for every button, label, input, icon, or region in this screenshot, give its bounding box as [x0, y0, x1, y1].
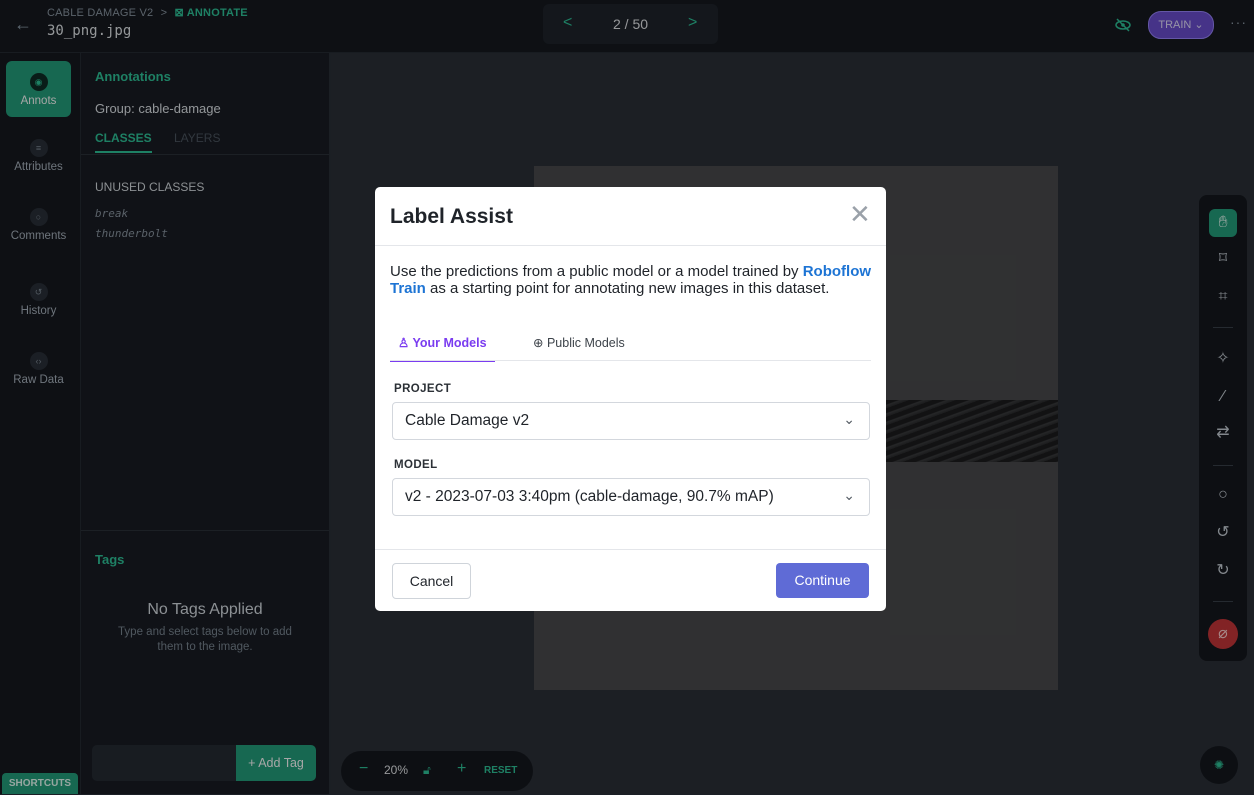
- tab-your-models-label: Your Models: [412, 336, 487, 350]
- project-select-value: Cable Damage v2: [405, 412, 530, 429]
- tab-your-models[interactable]: ♙ Your Models: [390, 335, 495, 362]
- chevron-down-icon: ⌄: [843, 487, 855, 503]
- model-select[interactable]: v2 - 2023-07-03 3:40pm (cable-damage, 90…: [392, 478, 870, 516]
- dialog-divider: [375, 245, 886, 246]
- close-icon[interactable]: ✕: [849, 199, 871, 230]
- dialog-title: Label Assist: [390, 205, 513, 228]
- globe-icon: ⊕: [533, 336, 544, 350]
- model-label: MODEL: [394, 459, 438, 471]
- cancel-button[interactable]: Cancel: [392, 563, 471, 599]
- project-select[interactable]: Cable Damage v2 ⌄: [392, 402, 870, 440]
- user-icon: ♙: [398, 336, 410, 350]
- dialog-description: Use the predictions from a public model …: [390, 263, 875, 297]
- description-text: Use the predictions from a public model …: [390, 263, 803, 280]
- tab-public-models[interactable]: ⊕ Public Models: [533, 335, 625, 350]
- dialog-footer-divider: [375, 549, 886, 550]
- tab-public-models-label: Public Models: [546, 336, 625, 350]
- continue-button[interactable]: Continue: [776, 563, 869, 598]
- chevron-down-icon: ⌄: [843, 411, 855, 427]
- tabs-underline: [390, 360, 871, 361]
- model-select-value: v2 - 2023-07-03 3:40pm (cable-damage, 90…: [405, 488, 774, 505]
- description-text-end: as a starting point for annotating new i…: [425, 280, 830, 297]
- label-assist-dialog: Label Assist ✕ Use the predictions from …: [375, 187, 886, 611]
- project-label: PROJECT: [394, 383, 452, 395]
